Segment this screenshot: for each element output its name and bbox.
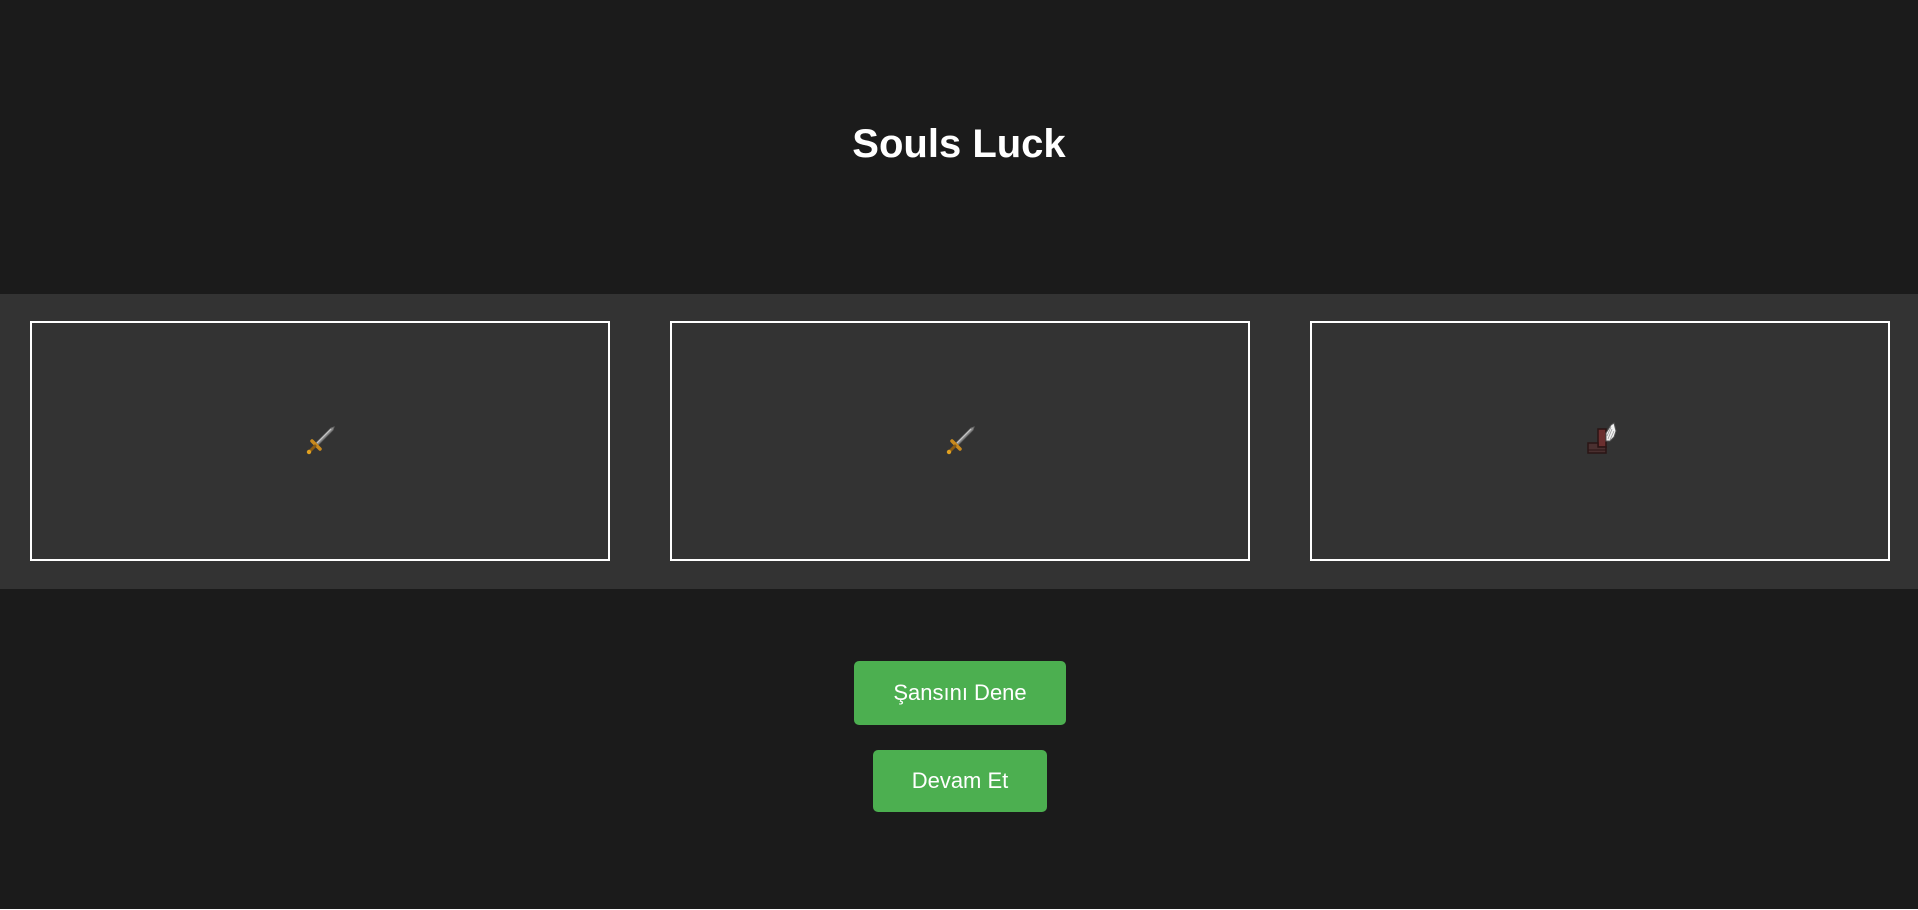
try-luck-button[interactable]: Şansını Dene xyxy=(854,661,1066,725)
sword-icon xyxy=(946,426,975,455)
game-title: Souls Luck xyxy=(852,122,1066,166)
slot-2 xyxy=(670,321,1250,561)
winged-boot-icon xyxy=(1587,422,1617,454)
sword-icon xyxy=(306,426,335,455)
continue-button[interactable]: Devam Et xyxy=(873,750,1047,812)
slot-3 xyxy=(1310,321,1890,561)
game-screen: Souls Luck Şansını Dene Devam Et xyxy=(0,0,1918,910)
slot-1 xyxy=(30,321,610,561)
slot-reel-band xyxy=(0,294,1918,589)
